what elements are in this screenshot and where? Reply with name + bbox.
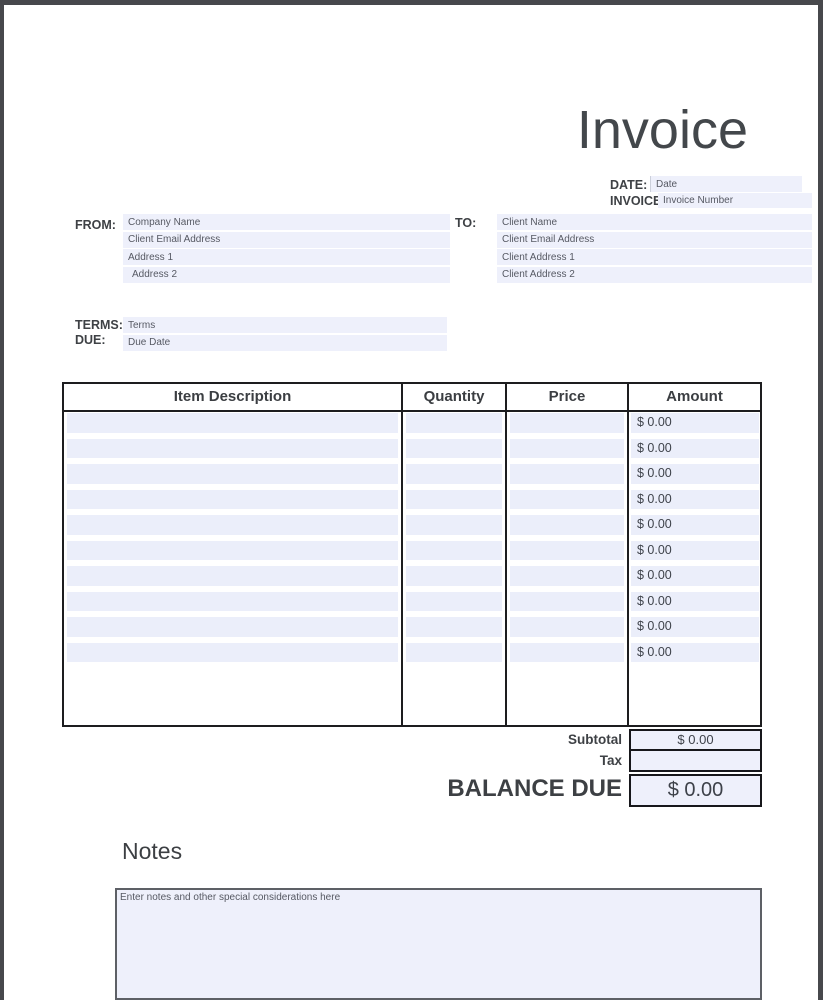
- header-price: Price: [507, 384, 627, 412]
- amount-cell[interactable]: $ 0.00: [631, 515, 759, 535]
- amount-cell[interactable]: $ 0.00: [631, 643, 759, 663]
- amount-cells: $ 0.00 $ 0.00 $ 0.00 $ 0.00 $ 0.00 $ 0.0…: [629, 412, 760, 725]
- subtotal-value[interactable]: $ 0.00: [629, 729, 762, 751]
- price-input[interactable]: [510, 592, 624, 612]
- amount-cell[interactable]: $ 0.00: [631, 439, 759, 459]
- notes-heading: Notes: [122, 838, 182, 865]
- terms-label: TERMS:: [75, 318, 123, 332]
- tax-input[interactable]: [629, 751, 762, 772]
- quantity-column: Quantity: [403, 384, 507, 725]
- quantity-input[interactable]: [406, 617, 502, 637]
- quantity-input[interactable]: [406, 643, 502, 663]
- price-input[interactable]: [510, 617, 624, 637]
- to-client-name-input[interactable]: [497, 214, 812, 230]
- quantity-input[interactable]: [406, 439, 502, 459]
- item-description-input[interactable]: [67, 566, 398, 586]
- to-label: TO:: [455, 216, 476, 230]
- tax-label: Tax: [300, 750, 622, 771]
- to-client-email-input[interactable]: [497, 232, 812, 248]
- header-amount: Amount: [629, 384, 760, 412]
- amount-cell[interactable]: $ 0.00: [631, 413, 759, 433]
- terms-input[interactable]: [123, 317, 447, 333]
- item-description-input[interactable]: [67, 490, 398, 510]
- quantity-input[interactable]: [406, 592, 502, 612]
- page-border-top: [0, 0, 823, 5]
- item-description-input[interactable]: [67, 413, 398, 433]
- item-description-cells: [64, 412, 401, 725]
- item-description-input[interactable]: [67, 515, 398, 535]
- quantity-input[interactable]: [406, 515, 502, 535]
- price-cells: [507, 412, 627, 725]
- amount-cell[interactable]: $ 0.00: [631, 566, 759, 586]
- amount-cell[interactable]: $ 0.00: [631, 541, 759, 561]
- to-client-address2-input[interactable]: [497, 267, 812, 283]
- to-client-address1-input[interactable]: [497, 249, 812, 265]
- item-description-input[interactable]: [67, 617, 398, 637]
- price-input[interactable]: [510, 566, 624, 586]
- quantity-input[interactable]: [406, 566, 502, 586]
- from-address1-input[interactable]: [123, 249, 450, 265]
- price-input[interactable]: [510, 515, 624, 535]
- price-column: Price: [507, 384, 629, 725]
- price-input[interactable]: [510, 490, 624, 510]
- amount-cell[interactable]: $ 0.00: [631, 490, 759, 510]
- quantity-input[interactable]: [406, 464, 502, 484]
- header-quantity: Quantity: [403, 384, 505, 412]
- due-label: DUE:: [75, 333, 106, 347]
- date-input[interactable]: [650, 176, 802, 192]
- item-description-input[interactable]: [67, 592, 398, 612]
- balance-due-value[interactable]: $ 0.00: [629, 774, 762, 807]
- quantity-input[interactable]: [406, 490, 502, 510]
- from-label: FROM:: [75, 218, 116, 232]
- price-input[interactable]: [510, 439, 624, 459]
- quantity-input[interactable]: [406, 541, 502, 561]
- date-label: DATE:: [610, 178, 647, 192]
- item-description-input[interactable]: [67, 464, 398, 484]
- due-date-input[interactable]: [123, 335, 447, 351]
- items-table: Item Description Quantity: [62, 382, 762, 727]
- page-title: Invoice: [0, 99, 748, 161]
- subtotal-label: Subtotal: [300, 729, 622, 751]
- invoice-number-label: INVOICE: [610, 194, 661, 208]
- invoice-page: Invoice DATE: INVOICE FROM: TO: TERMS: D…: [0, 0, 823, 1006]
- price-input[interactable]: [510, 643, 624, 663]
- amount-cell[interactable]: $ 0.00: [631, 464, 759, 484]
- from-company-input[interactable]: [123, 214, 450, 230]
- header-item-description: Item Description: [64, 384, 401, 412]
- amount-cell[interactable]: $ 0.00: [631, 592, 759, 612]
- invoice-number-input[interactable]: [658, 193, 812, 209]
- balance-due-label: BALANCE DUE: [300, 771, 622, 807]
- amount-cell[interactable]: $ 0.00: [631, 617, 759, 637]
- item-description-input[interactable]: [67, 541, 398, 561]
- price-input[interactable]: [510, 541, 624, 561]
- item-description-input[interactable]: [67, 643, 398, 663]
- item-description-column: Item Description: [64, 384, 403, 725]
- from-address2-input[interactable]: [123, 267, 450, 283]
- item-description-input[interactable]: [67, 439, 398, 459]
- quantity-cells: [403, 412, 505, 725]
- amount-column: Amount $ 0.00 $ 0.00 $ 0.00 $ 0.00 $ 0.0…: [629, 384, 760, 725]
- price-input[interactable]: [510, 413, 624, 433]
- quantity-input[interactable]: [406, 413, 502, 433]
- page-border-right: [818, 0, 823, 1000]
- from-email-input[interactable]: [123, 232, 450, 248]
- price-input[interactable]: [510, 464, 624, 484]
- notes-textarea[interactable]: [115, 888, 762, 1000]
